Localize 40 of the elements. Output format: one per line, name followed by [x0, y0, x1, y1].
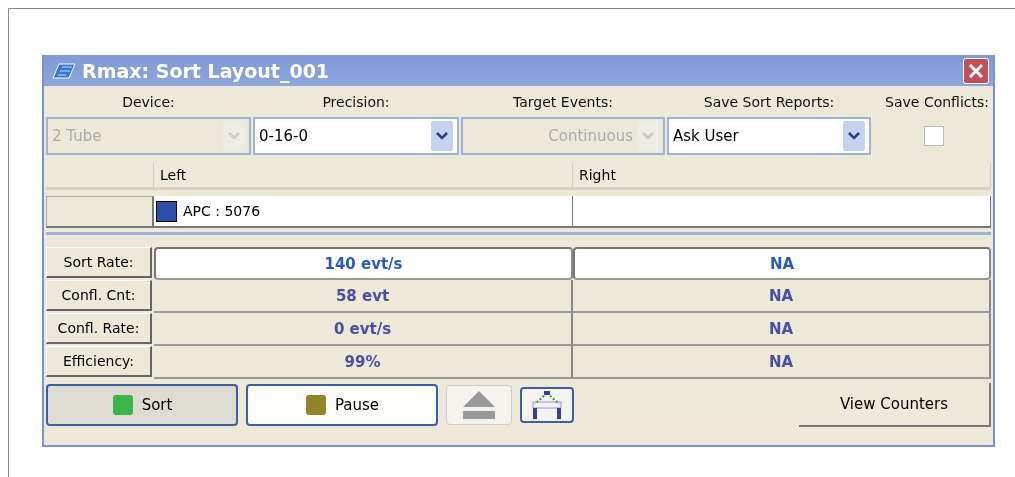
- grid-plate-icon: [52, 62, 76, 79]
- dropdown-field[interactable]: Ask User: [667, 117, 871, 155]
- sort-button[interactable]: Sort: [46, 384, 238, 426]
- column-header: Left: [154, 163, 573, 190]
- eject-button[interactable]: [446, 385, 512, 425]
- close-button[interactable]: [963, 57, 989, 84]
- stat-value: 99%: [154, 346, 573, 379]
- stat-label: Sort Rate:: [46, 247, 152, 278]
- stat-label: Efficiency:: [46, 346, 152, 377]
- pause-button[interactable]: Pause: [246, 384, 438, 426]
- tree-icon: [529, 390, 565, 420]
- eject-icon: [461, 390, 497, 420]
- stat-value: NA: [573, 313, 991, 346]
- chevron-icon: [228, 132, 240, 140]
- setting-label: Device:: [121, 93, 176, 112]
- column-header: Right: [573, 163, 991, 190]
- stat-value: 0 evt/s: [154, 313, 573, 346]
- view-counters-button[interactable]: View Counters: [799, 383, 991, 427]
- stat-label: Confl. Cnt:: [46, 280, 152, 311]
- setting-label: Save Sort Reports:: [702, 93, 836, 112]
- setting-label: Precision:: [321, 93, 391, 112]
- gate-name: APC : 5076: [183, 203, 261, 219]
- setting-label: Target Events:: [512, 93, 614, 112]
- checkbox[interactable]: [924, 126, 944, 146]
- stat-value: NA: [573, 280, 991, 313]
- chevron-icon: [436, 132, 448, 140]
- close-icon: [968, 62, 984, 79]
- setting-label: Save Conflicts:: [884, 93, 990, 112]
- stat-value: 58 evt: [154, 280, 573, 313]
- chevron-icon: [642, 132, 654, 140]
- stat-value: NA: [573, 346, 991, 379]
- square-icon: [111, 394, 134, 416]
- sort-tree-button[interactable]: [520, 387, 574, 423]
- chevron-icon: [848, 132, 860, 140]
- square-icon: [304, 394, 327, 416]
- dropdown-field[interactable]: 0-16-0: [253, 117, 459, 155]
- window-title: Rmax: Sort Layout_001: [82, 59, 331, 82]
- stat-value: NA: [573, 247, 991, 280]
- stat-label: Confl. Rate:: [46, 313, 152, 344]
- stat-value: 140 evt/s: [154, 247, 573, 280]
